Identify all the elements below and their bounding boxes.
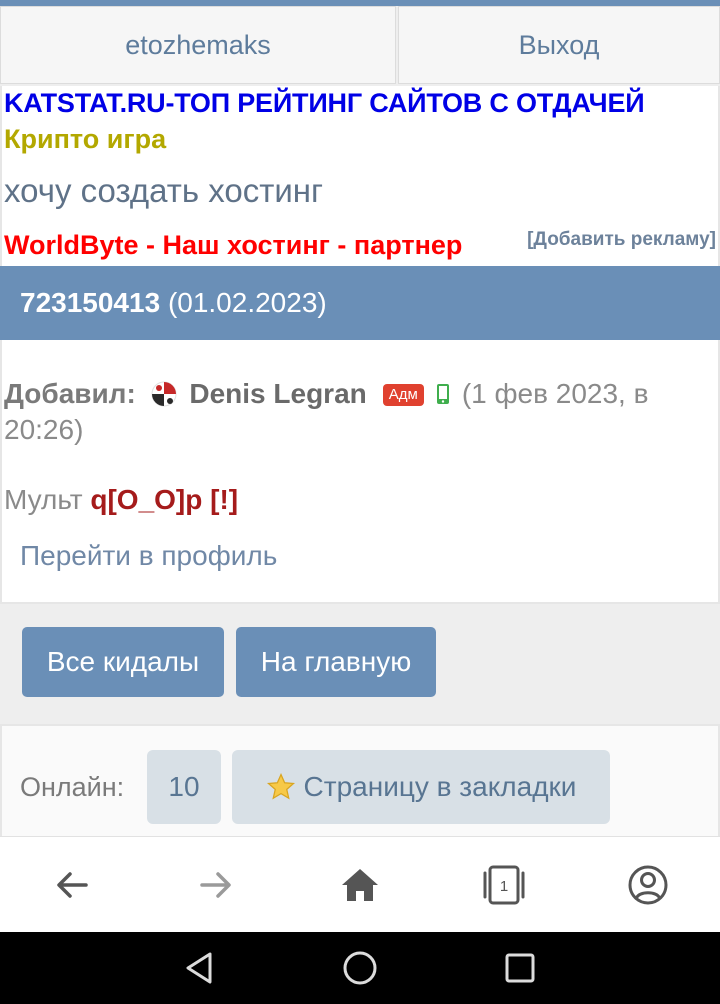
mult-value: q[O_O]p (90, 484, 203, 515)
bookmark-button[interactable]: Страницу в закладки (232, 750, 610, 824)
post-header: 723150413 (01.02.2023) (0, 266, 720, 340)
mobile-phone-icon (436, 384, 449, 404)
online-count[interactable]: 10 (147, 750, 221, 824)
star-icon (266, 772, 295, 800)
profile-link[interactable]: Перейти в профиль (20, 540, 277, 572)
online-label: Онлайн: (20, 772, 125, 802)
system-nav-bar (0, 932, 720, 1004)
ad-link-worldbyte[interactable]: WorldByte - Наш хостинг - партнер (4, 230, 462, 261)
ad-link-hosting[interactable]: хочу создать хостинг (4, 172, 323, 210)
home-icon[interactable] (336, 861, 384, 909)
post-date: (01.02.2023) (167, 287, 327, 318)
browser-nav-bar: 1 (0, 836, 720, 932)
forward-arrow-icon[interactable] (192, 861, 240, 909)
admin-badge: Адм (382, 384, 424, 406)
bookmark-label: Страницу в закладки (303, 771, 577, 802)
post-card: Добавил: Denis Legran Адм (1 фев 2023, в … (0, 340, 720, 604)
all-scammers-button[interactable]: Все кидалы (22, 627, 224, 697)
ad-link-katstat[interactable]: KATSTAT.RU-ТОП РЕЙТИНГ САЙТОВ С ОТДАЧЕЙ (4, 88, 645, 119)
ad-block: KATSTAT.RU-ТОП РЕЙТИНГ САЙТОВ С ОТДАЧЕЙ … (0, 86, 720, 266)
avatar[interactable] (150, 380, 178, 408)
account-icon[interactable] (624, 861, 672, 909)
back-triangle-icon[interactable] (180, 948, 220, 988)
username-button[interactable]: etozhemaks (0, 6, 396, 84)
mult-label: Мульт (4, 484, 83, 515)
mult-flag: [!] (210, 484, 239, 515)
home-circle-icon[interactable] (340, 948, 380, 988)
action-buttons-row: Все кидалы На главную (0, 604, 720, 724)
home-button[interactable]: На главную (236, 627, 436, 697)
tab-count: 1 (500, 878, 508, 895)
author-name[interactable]: Denis Legran (189, 378, 366, 409)
back-arrow-icon[interactable] (48, 861, 96, 909)
top-bar: etozhemaks Выход (0, 6, 720, 86)
mult-line: Мульт q[O_O]p [!] (4, 484, 238, 516)
post-id: 723150413 (20, 287, 161, 318)
added-by-label: Добавил: (4, 378, 136, 409)
recents-square-icon[interactable] (500, 948, 540, 988)
ad-link-crypto-game[interactable]: Крипто игра (4, 124, 166, 155)
logout-button[interactable]: Выход (398, 6, 720, 84)
add-ad-link[interactable]: [Добавить рекламу] (527, 229, 716, 251)
online-panel: Онлайн: 10 Страницу в закладки (0, 724, 720, 836)
added-by-line: Добавил: Denis Legran Адм (1 фев 2023, в … (4, 376, 704, 448)
tabs-icon[interactable]: 1 (480, 861, 528, 909)
